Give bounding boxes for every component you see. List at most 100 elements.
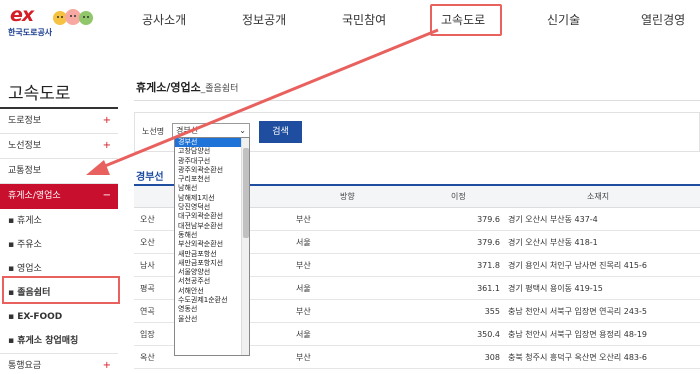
route-select-value: 경부선 [176,126,199,135]
mascot-characters-icon [53,9,93,25]
title-divider [134,100,700,101]
sidebar-item-label: 도로정보 [8,116,42,126]
cell-name: 남사 [140,261,155,270]
cell-distance: 371.8 [477,261,500,270]
cell-location: 충남 천안시 서북구 입장면 용정리 48-19 [508,330,647,339]
route-dropdown-list[interactable]: 경부선 고창담양선 광주대구선 광주외곽순환선 구리포천선 남해선 남해제1지선 당진영덕선 대… [174,137,250,356]
search-button[interactable]: 검색 [259,121,302,143]
sidebar-subitem-label: 영업소 [16,264,42,274]
dropdown-option[interactable]: 대전남부순환선 [175,222,249,231]
cell-direction: 서울 [296,330,311,339]
dropdown-option[interactable]: 고창담양선 [175,147,249,156]
cell-distance: 361.1 [477,284,500,293]
dropdown-option[interactable]: 새만금포항지선 [175,259,249,268]
sidebar-item-traffic-info[interactable]: 교통정보 [0,159,118,184]
sidebar-subitem-label: 휴게소 창업매칭 [17,336,79,346]
page-title-main: 휴게소/영업소 [136,81,201,94]
cell-location: 경기 평택시 용이동 419-15 [508,284,603,293]
dropdown-option[interactable]: 경부선 [175,138,249,148]
cell-location: 충남 천안시 서북구 입장면 연곡리 243-5 [508,307,647,316]
bullet-icon: ▪ [8,336,18,346]
dropdown-option[interactable]: 울산선 [175,315,249,324]
sidebar-subitem-label: 휴게소 [16,216,42,226]
cell-distance: 379.6 [477,238,500,247]
global-nav: 공사소개 정보공개 국민참여 고속도로 신기술 열린경영 [110,0,700,40]
dropdown-scrollbar[interactable] [241,138,249,355]
sidebar-subitem-gas-station[interactable]: ▪ 주유소 [0,233,118,257]
cell-location: 경기 용인시 처인구 남사면 진목리 415-6 [508,261,647,270]
cell-direction: 부산 [296,215,311,224]
cell-distance: 379.6 [477,215,500,224]
bullet-icon: ▪ [8,264,17,274]
cell-name: 평곡 [140,284,155,293]
gnb-item-info[interactable]: 정보공개 [242,11,286,28]
sidebar-item-road-info[interactable]: 도로정보 + [0,109,118,134]
cell-distance: 350.4 [477,330,500,339]
sidebar-subitem-rest-area[interactable]: ▪ 휴게소 [0,209,118,233]
cell-direction: 부산 [296,307,311,316]
dropdown-scrollbar-thumb[interactable] [243,148,249,238]
minus-icon: − [102,190,111,201]
sidebar-subitem-label: EX-FOOD [17,312,63,322]
sidebar-item-label: 통행요금 [8,361,42,371]
plus-icon: + [102,360,111,371]
page-title: 휴게소/영업소_졸음쉼터 [136,79,238,95]
sidebar-item-toll-fee[interactable]: 통행요금 + [0,353,118,374]
dropdown-option[interactable]: 동해선 [175,231,249,240]
dropdown-option[interactable]: 서천공주선 [175,277,249,286]
gnb-item-company[interactable]: 공사소개 [142,11,186,28]
sidebar-item-route-info[interactable]: 노선정보 + [0,134,118,159]
cell-name: 옥산 [140,353,155,362]
logo-ex-mark: ex [10,4,34,26]
highlight-box-expressway [430,4,502,36]
route-select-label: 노선명 [142,127,165,136]
cell-distance: 355 [484,307,500,316]
cell-direction: 서울 [296,284,311,293]
cell-direction: 서울 [296,238,311,247]
bullet-icon: ▪ [8,240,17,250]
plus-icon: + [102,115,111,126]
dropdown-option[interactable]: 수도권제1순환선 [175,296,249,305]
route-section-title: 경부선 [136,172,164,183]
cell-name: 연곡 [140,307,155,316]
highlight-box-drowsy-shelter [2,276,120,304]
column-header-direction: 방향 [340,192,355,201]
sidebar-item-rest-area[interactable]: 휴게소/영업소 − [0,184,118,209]
sidebar-subitem-label: 주유소 [16,240,42,250]
dropdown-option[interactable]: 남해제1지선 [175,194,249,203]
dropdown-option[interactable]: 대구외곽순환선 [175,212,249,221]
logo-org-name: 한국도로공사 [8,28,53,37]
gnb-item-newtech[interactable]: 신기술 [547,11,580,28]
dropdown-option[interactable]: 부산외곽순환선 [175,240,249,249]
sidebar-item-label: 노선정보 [8,141,42,151]
plus-icon: + [102,140,111,151]
sidebar-title: 고속도로 [8,84,71,104]
dropdown-option[interactable]: 광주대구선 [175,157,249,166]
route-select[interactable]: 경부선 ⌄ [172,123,250,138]
dropdown-option[interactable]: 서해안선 [175,287,249,296]
cell-location: 경기 오산시 부산동 437-4 [508,215,598,224]
sidebar-subitem-startup-matching[interactable]: ▪ 휴게소 창업매칭 [0,329,118,353]
dropdown-option[interactable]: 남해선 [175,184,249,193]
sidebar-subitem-ex-food[interactable]: ▪ EX-FOOD [0,305,118,329]
sidebar-item-label: 휴게소/영업소 [8,191,61,201]
cell-name: 입장 [140,330,155,339]
cell-location: 충북 청주시 흥덕구 옥산면 오산리 483-6 [508,353,647,362]
gnb-item-management[interactable]: 열린경영 [641,11,685,28]
dropdown-option[interactable]: 광주외곽순환선 [175,166,249,175]
kec-logo[interactable]: ex 한국도로공사 [6,4,98,40]
site-header: ex 한국도로공사 공사소개 정보공개 국민참여 고속도로 신기술 열린경영 [0,0,700,44]
bullet-icon: ▪ [8,216,17,226]
cell-distance: 308 [484,353,500,362]
gnb-item-participation[interactable]: 국민참여 [342,11,386,28]
dropdown-option[interactable]: 새만금포항선 [175,250,249,259]
cell-name: 오산 [140,238,155,247]
cell-direction: 부산 [296,353,311,362]
cell-location: 경기 오산시 부산동 418-1 [508,238,598,247]
dropdown-option[interactable]: 당진영덕선 [175,203,249,212]
column-header-location: 소재지 [587,192,610,201]
dropdown-option[interactable]: 영동선 [175,305,249,314]
column-header-distance: 이정 [451,192,466,201]
cell-name: 오산 [140,215,155,224]
page-title-sub: _졸음쉼터 [200,84,239,94]
